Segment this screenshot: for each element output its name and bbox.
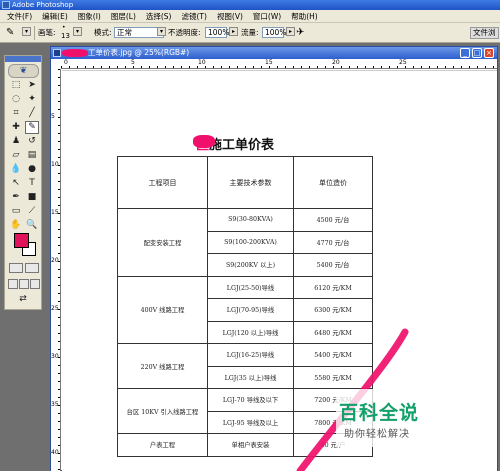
watermark-title: 百科全说 bbox=[339, 402, 420, 424]
watermark-subtitle: 助你轻松解决 bbox=[344, 429, 410, 440]
